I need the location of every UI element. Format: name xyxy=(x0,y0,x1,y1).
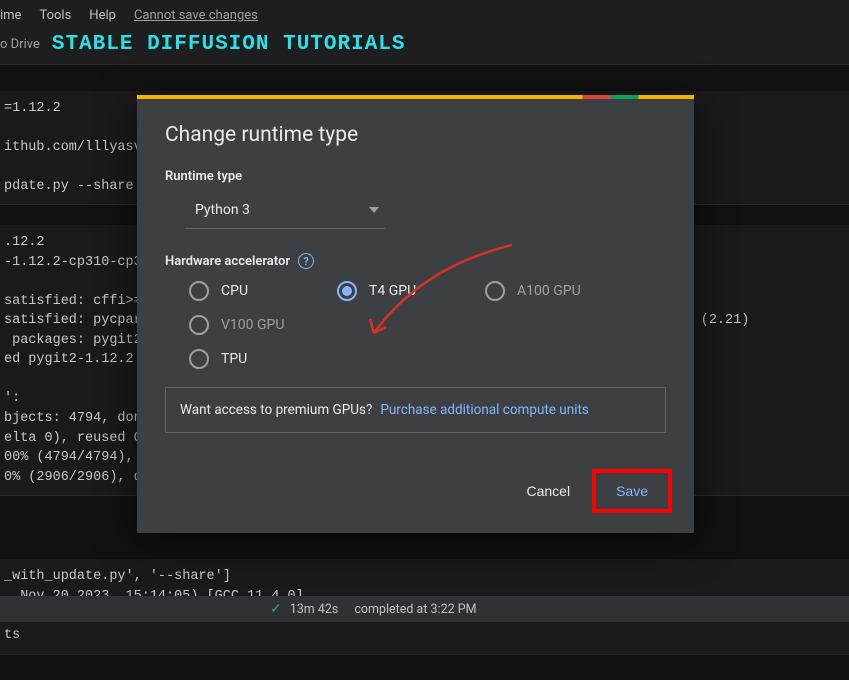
drive-label: o Drive xyxy=(0,37,40,52)
menu-bar: ime Tools Help Cannot save changes xyxy=(0,0,849,31)
radio-a100-gpu[interactable]: A100 GPU xyxy=(485,281,585,301)
radio-icon-selected xyxy=(337,281,357,301)
menu-help[interactable]: Help xyxy=(89,8,116,23)
purchase-compute-link[interactable]: Purchase additional compute units xyxy=(380,402,589,418)
cancel-button[interactable]: Cancel xyxy=(508,469,588,513)
completed-time: completed at 3:22 PM xyxy=(354,602,476,617)
menu-runtime[interactable]: ime xyxy=(0,8,21,23)
hardware-accel-label: Hardware accelerator ? xyxy=(165,253,666,269)
radio-label: CPU xyxy=(221,283,248,299)
menu-tools[interactable]: Tools xyxy=(39,8,71,23)
check-icon: ✓ xyxy=(270,601,282,617)
help-icon[interactable]: ? xyxy=(298,253,314,269)
save-status[interactable]: Cannot save changes xyxy=(134,8,258,23)
radio-label: A100 GPU xyxy=(517,283,581,299)
radio-icon xyxy=(189,349,209,369)
elapsed-time: 13m 42s xyxy=(290,602,339,617)
accelerator-radio-group: CPU T4 GPU A100 GPU V100 GPU TPU xyxy=(189,281,666,369)
radio-label: TPU xyxy=(221,351,247,367)
runtime-type-label: Runtime type xyxy=(165,169,666,184)
runtime-settings-dialog: Change runtime type Runtime type Python … xyxy=(137,95,694,533)
promo-text: Want access to premium GPUs? xyxy=(180,402,372,418)
radio-t4-gpu[interactable]: T4 GPU xyxy=(337,281,437,301)
radio-icon xyxy=(485,281,505,301)
dialog-title: Change runtime type xyxy=(165,123,666,147)
radio-v100-gpu[interactable]: V100 GPU xyxy=(189,315,289,335)
title-bar: o Drive STABLE DIFFUSION TUTORIALS xyxy=(0,31,849,64)
save-button-highlight: Save xyxy=(592,469,672,513)
radio-icon xyxy=(189,315,209,335)
radio-tpu[interactable]: TPU xyxy=(189,349,666,369)
chevron-down-icon xyxy=(369,207,379,213)
premium-gpu-promo: Want access to premium GPUs? Purchase ad… xyxy=(165,387,666,433)
radio-cpu[interactable]: CPU xyxy=(189,281,289,301)
dialog-footer: Cancel Save xyxy=(137,451,694,533)
notebook-title: STABLE DIFFUSION TUTORIALS xyxy=(52,33,406,56)
radio-label: T4 GPU xyxy=(369,283,416,299)
status-bar: ✓ 13m 42s completed at 3:22 PM xyxy=(0,596,849,622)
runtime-type-select[interactable]: Python 3 xyxy=(185,192,385,229)
save-button[interactable]: Save xyxy=(598,475,666,507)
radio-label: V100 GPU xyxy=(221,317,284,333)
radio-icon xyxy=(189,281,209,301)
runtime-type-value: Python 3 xyxy=(195,202,250,218)
hardware-accel-label-text: Hardware accelerator xyxy=(165,254,290,269)
